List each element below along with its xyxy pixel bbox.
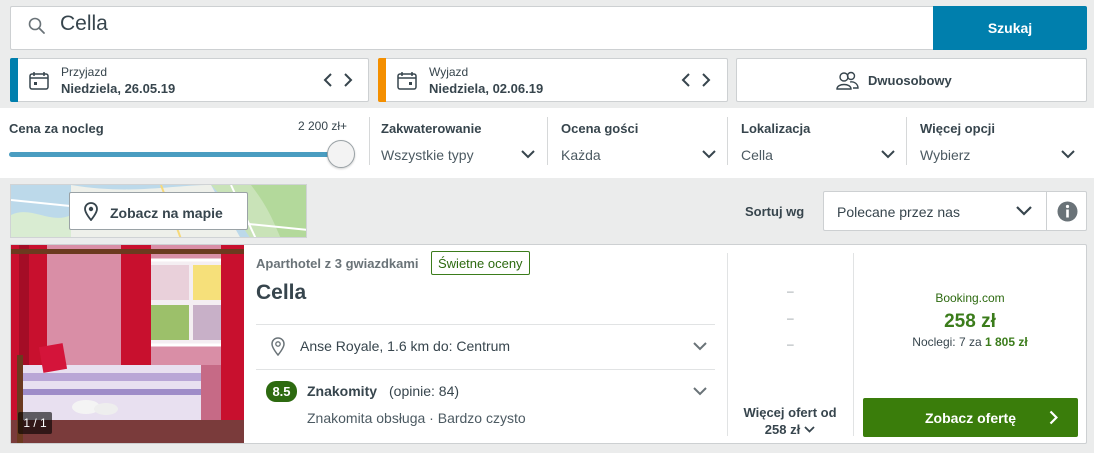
stay-total-prefix: Noclegi: 7 za (912, 335, 982, 349)
stay-total: Noclegi: 7 za 1 805 zł (860, 335, 1080, 349)
badge-label: Świetne oceny (438, 255, 523, 271)
chevron-down-icon (804, 426, 815, 433)
price-filter-title: Cena za nocleg (9, 121, 104, 136)
great-reviews-badge: Świetne oceny (431, 251, 530, 275)
accommodation-filter-title: Zakwaterowanie (381, 121, 482, 136)
chevron-down-icon[interactable] (881, 150, 895, 159)
rating-word[interactable]: Znakomity (307, 383, 377, 399)
price-slider-track[interactable] (9, 152, 341, 157)
chevron-down-icon[interactable] (702, 150, 716, 159)
checkout-accent-bar (378, 58, 386, 102)
row-divider (256, 324, 715, 325)
chevron-down-icon[interactable] (693, 342, 707, 351)
guest-rating-filter-value[interactable]: Każda (561, 147, 601, 163)
filter-divider (547, 117, 548, 165)
sort-info-button[interactable] (1046, 191, 1087, 231)
people-icon (835, 71, 859, 91)
checkin-accent-bar (10, 58, 18, 102)
row-divider (256, 369, 715, 370)
checkin-value: Niedziela, 26.05.19 (61, 81, 176, 96)
previous-day-chevron-icon[interactable] (681, 73, 691, 87)
alt-price-placeholder: – (787, 337, 794, 351)
alt-price-placeholder: – (787, 311, 794, 325)
more-options-filter-title: Więcej opcji (920, 121, 996, 136)
checkin-date-picker[interactable]: Przyjazd Niedziela, 26.05.19 (10, 58, 369, 102)
search-button[interactable]: Szukaj (933, 6, 1087, 50)
checkout-value: Niedziela, 02.06.19 (429, 81, 544, 96)
chevron-down-icon[interactable] (693, 387, 707, 396)
more-offers-label: Więcej ofert od (743, 405, 837, 420)
filter-divider (369, 117, 370, 165)
chevron-down-icon (1016, 206, 1032, 216)
chevron-down-icon[interactable] (1061, 150, 1075, 159)
price-max-label: 2 200 zł+ (298, 119, 348, 133)
column-divider (853, 253, 854, 436)
search-icon (28, 17, 46, 35)
info-icon (1057, 201, 1078, 222)
next-day-chevron-icon[interactable] (701, 73, 711, 87)
next-day-chevron-icon[interactable] (343, 73, 353, 87)
room-type-selector[interactable]: Dwuosobowy (736, 58, 1087, 102)
more-offers-link[interactable]: Więcej ofert od 258 zł (735, 404, 845, 438)
chevron-right-icon (1049, 410, 1058, 425)
location-filter-value[interactable]: Cella (741, 147, 773, 163)
more-options-filter-value[interactable]: Wybierz (920, 147, 970, 163)
view-deal-label: Zobacz ofertę (924, 409, 1016, 426)
room-type-label: Dwuosobowy (868, 73, 952, 88)
search-input[interactable] (60, 12, 660, 36)
view-deal-button[interactable]: Zobacz ofertę (863, 398, 1078, 437)
search-button-label: Szukaj (987, 20, 1033, 36)
view-on-map-button[interactable]: Zobacz na mapie (69, 192, 248, 230)
filter-divider (727, 117, 728, 165)
hotel-type: Aparthotel z 3 gwiazdkami (256, 256, 419, 271)
calendar-icon (29, 72, 49, 90)
guest-rating-filter-title: Ocena gości (561, 121, 639, 136)
checkout-date-picker[interactable]: Wyjazd Niedziela, 02.06.19 (378, 58, 728, 102)
hotel-location[interactable]: Anse Royale, 1.6 km do: Centrum (300, 338, 510, 354)
review-highlights: Znakomita obsługa · Bardzo czysto (307, 410, 526, 426)
sort-select-value: Polecane przez nas (837, 204, 960, 220)
provider-name: Booking.com (935, 291, 1005, 305)
map-pin-icon (84, 202, 98, 221)
alt-price-placeholder: – (787, 284, 794, 298)
accommodation-filter-value[interactable]: Wszystkie typy (381, 147, 474, 163)
deal-price: 258 zł (944, 311, 996, 332)
sort-select[interactable]: Polecane przez nas (823, 191, 1047, 231)
view-on-map-label: Zobacz na mapie (110, 205, 223, 221)
photo-counter: 1 / 1 (18, 412, 52, 434)
sort-label: Sortuj wg (745, 204, 805, 219)
rating-score-badge: 8.5 (266, 381, 297, 402)
review-count[interactable]: (opinie: 84) (389, 383, 459, 399)
checkin-label: Przyjazd (61, 65, 108, 79)
column-divider (727, 253, 728, 436)
location-pin-icon (271, 337, 285, 356)
location-filter-title: Lokalizacja (741, 121, 811, 136)
calendar-icon (397, 72, 417, 90)
hotel-name[interactable]: Cella (256, 281, 306, 305)
price-slider-thumb[interactable] (327, 140, 355, 168)
checkout-label: Wyjazd (429, 65, 469, 79)
more-offers-price: 258 zł (764, 422, 801, 437)
stay-total-price: 1 805 zł (985, 335, 1028, 349)
filter-divider (906, 117, 907, 165)
chevron-down-icon[interactable] (521, 150, 535, 159)
previous-day-chevron-icon[interactable] (323, 73, 333, 87)
